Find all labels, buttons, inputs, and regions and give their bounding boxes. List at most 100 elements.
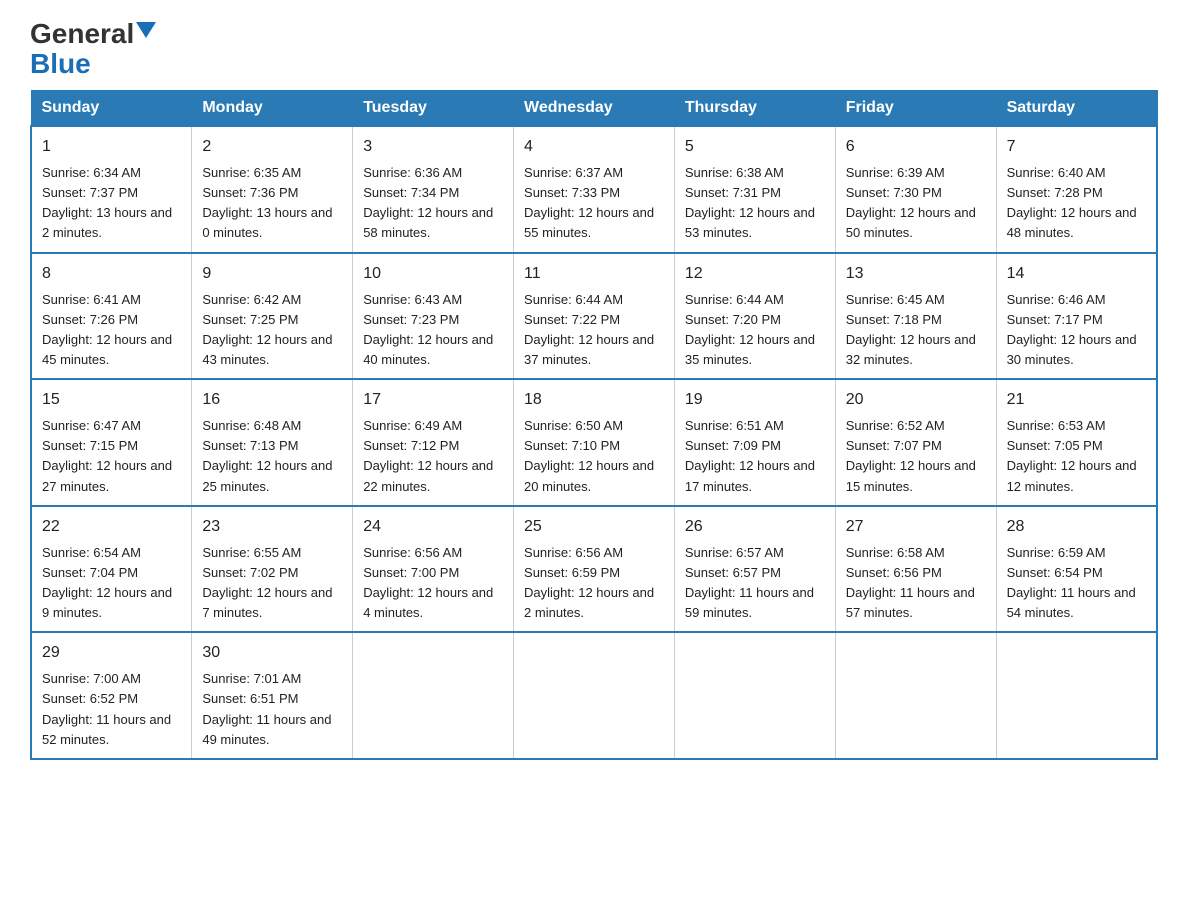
day-number: 20 [846, 388, 986, 412]
calendar-cell: 25 Sunrise: 6:56 AMSunset: 6:59 PMDayligh… [514, 506, 675, 633]
day-number: 27 [846, 515, 986, 539]
day-info: Sunrise: 6:55 AMSunset: 7:02 PMDaylight:… [202, 543, 342, 624]
day-number: 26 [685, 515, 825, 539]
day-number: 2 [202, 135, 342, 159]
day-number: 28 [1007, 515, 1146, 539]
calendar-cell: 26 Sunrise: 6:57 AMSunset: 6:57 PMDayligh… [674, 506, 835, 633]
day-info: Sunrise: 6:35 AMSunset: 7:36 PMDaylight:… [202, 163, 342, 244]
day-info: Sunrise: 6:56 AMSunset: 7:00 PMDaylight:… [363, 543, 503, 624]
weekday-header-friday: Friday [835, 91, 996, 127]
calendar-cell: 21 Sunrise: 6:53 AMSunset: 7:05 PMDayligh… [996, 379, 1157, 506]
day-number: 30 [202, 641, 342, 665]
weekday-header-tuesday: Tuesday [353, 91, 514, 127]
calendar-cell: 18Sunrise: 6:50 AMSunset: 7:10 PMDayligh… [514, 379, 675, 506]
day-info: Sunrise: 7:00 AMSunset: 6:52 PMDaylight:… [42, 669, 181, 750]
calendar-cell: 24 Sunrise: 6:56 AMSunset: 7:00 PMDayligh… [353, 506, 514, 633]
calendar-cell: 9Sunrise: 6:42 AMSunset: 7:25 PMDaylight… [192, 253, 353, 380]
day-info: Sunrise: 6:47 AMSunset: 7:15 PMDaylight:… [42, 416, 181, 497]
calendar-cell: 10 Sunrise: 6:43 AMSunset: 7:23 PMDayligh… [353, 253, 514, 380]
weekday-header-wednesday: Wednesday [514, 91, 675, 127]
day-number: 14 [1007, 262, 1146, 286]
day-number: 7 [1007, 135, 1146, 159]
calendar-cell: 30 Sunrise: 7:01 AMSunset: 6:51 PMDayligh… [192, 632, 353, 759]
calendar-cell: 15Sunrise: 6:47 AMSunset: 7:15 PMDayligh… [31, 379, 192, 506]
calendar-cell: 23 Sunrise: 6:55 AMSunset: 7:02 PMDayligh… [192, 506, 353, 633]
calendar-cell: 28 Sunrise: 6:59 AMSunset: 6:54 PMDayligh… [996, 506, 1157, 633]
day-number: 8 [42, 262, 181, 286]
day-info: Sunrise: 6:45 AMSunset: 7:18 PMDaylight:… [846, 290, 986, 371]
day-info: Sunrise: 6:44 AMSunset: 7:22 PMDaylight:… [524, 290, 664, 371]
day-info: Sunrise: 6:37 AMSunset: 7:33 PMDaylight:… [524, 163, 664, 244]
day-number: 22 [42, 515, 181, 539]
day-number: 5 [685, 135, 825, 159]
calendar-cell: 11 Sunrise: 6:44 AMSunset: 7:22 PMDayligh… [514, 253, 675, 380]
day-number: 23 [202, 515, 342, 539]
day-info: Sunrise: 6:41 AMSunset: 7:26 PMDaylight:… [42, 290, 181, 371]
day-info: Sunrise: 6:46 AMSunset: 7:17 PMDaylight:… [1007, 290, 1146, 371]
day-info: Sunrise: 6:58 AMSunset: 6:56 PMDaylight:… [846, 543, 986, 624]
calendar-cell: 4 Sunrise: 6:37 AMSunset: 7:33 PMDaylight… [514, 126, 675, 253]
calendar-cell [835, 632, 996, 759]
calendar-cell: 8 Sunrise: 6:41 AMSunset: 7:26 PMDaylight… [31, 253, 192, 380]
day-number: 13 [846, 262, 986, 286]
day-number: 19 [685, 388, 825, 412]
calendar-cell: 5Sunrise: 6:38 AMSunset: 7:31 PMDaylight… [674, 126, 835, 253]
calendar-cell: 22 Sunrise: 6:54 AMSunset: 7:04 PMDayligh… [31, 506, 192, 633]
calendar-cell: 16Sunrise: 6:48 AMSunset: 7:13 PMDayligh… [192, 379, 353, 506]
weekday-header-thursday: Thursday [674, 91, 835, 127]
day-number: 18 [524, 388, 664, 412]
weekday-header-saturday: Saturday [996, 91, 1157, 127]
day-info: Sunrise: 6:39 AMSunset: 7:30 PMDaylight:… [846, 163, 986, 244]
week-row-1: 1Sunrise: 6:34 AMSunset: 7:37 PMDaylight… [31, 126, 1157, 253]
week-row-4: 22 Sunrise: 6:54 AMSunset: 7:04 PMDayligh… [31, 506, 1157, 633]
day-info: Sunrise: 6:40 AMSunset: 7:28 PMDaylight:… [1007, 163, 1146, 244]
calendar-table: SundayMondayTuesdayWednesdayThursdayFrid… [30, 90, 1158, 760]
calendar-cell [996, 632, 1157, 759]
weekday-header-row: SundayMondayTuesdayWednesdayThursdayFrid… [31, 91, 1157, 127]
day-number: 4 [524, 135, 664, 159]
day-info: Sunrise: 6:57 AMSunset: 6:57 PMDaylight:… [685, 543, 825, 624]
logo-triangle-icon [136, 22, 156, 38]
day-number: 21 [1007, 388, 1146, 412]
calendar-cell: 19 Sunrise: 6:51 AMSunset: 7:09 PMDayligh… [674, 379, 835, 506]
weekday-header-monday: Monday [192, 91, 353, 127]
day-info: Sunrise: 6:44 AMSunset: 7:20 PMDaylight:… [685, 290, 825, 371]
calendar-cell: 7 Sunrise: 6:40 AMSunset: 7:28 PMDaylight… [996, 126, 1157, 253]
weekday-header-sunday: Sunday [31, 91, 192, 127]
logo-general: General [30, 20, 134, 48]
calendar-cell: 27 Sunrise: 6:58 AMSunset: 6:56 PMDayligh… [835, 506, 996, 633]
calendar-cell: 29Sunrise: 7:00 AMSunset: 6:52 PMDayligh… [31, 632, 192, 759]
day-info: Sunrise: 6:56 AMSunset: 6:59 PMDaylight:… [524, 543, 664, 624]
day-info: Sunrise: 6:54 AMSunset: 7:04 PMDaylight:… [42, 543, 181, 624]
calendar-cell: 1Sunrise: 6:34 AMSunset: 7:37 PMDaylight… [31, 126, 192, 253]
day-number: 1 [42, 135, 181, 159]
calendar-cell: 20 Sunrise: 6:52 AMSunset: 7:07 PMDayligh… [835, 379, 996, 506]
day-number: 6 [846, 135, 986, 159]
day-info: Sunrise: 6:53 AMSunset: 7:05 PMDaylight:… [1007, 416, 1146, 497]
day-info: Sunrise: 6:52 AMSunset: 7:07 PMDaylight:… [846, 416, 986, 497]
calendar-cell: 6 Sunrise: 6:39 AMSunset: 7:30 PMDaylight… [835, 126, 996, 253]
day-number: 11 [524, 262, 664, 286]
day-number: 24 [363, 515, 503, 539]
day-info: Sunrise: 6:48 AMSunset: 7:13 PMDaylight:… [202, 416, 342, 497]
day-info: Sunrise: 6:59 AMSunset: 6:54 PMDaylight:… [1007, 543, 1146, 624]
calendar-cell: 12 Sunrise: 6:44 AMSunset: 7:20 PMDayligh… [674, 253, 835, 380]
day-number: 10 [363, 262, 503, 286]
calendar-cell: 13 Sunrise: 6:45 AMSunset: 7:18 PMDayligh… [835, 253, 996, 380]
day-info: Sunrise: 7:01 AMSunset: 6:51 PMDaylight:… [202, 669, 342, 750]
day-number: 25 [524, 515, 664, 539]
day-info: Sunrise: 6:51 AMSunset: 7:09 PMDaylight:… [685, 416, 825, 497]
calendar-cell [353, 632, 514, 759]
page-header: General Blue [30, 20, 1158, 80]
calendar-cell: 2 Sunrise: 6:35 AMSunset: 7:36 PMDaylight… [192, 126, 353, 253]
logo: General Blue [30, 20, 156, 80]
day-number: 17 [363, 388, 503, 412]
week-row-2: 8 Sunrise: 6:41 AMSunset: 7:26 PMDaylight… [31, 253, 1157, 380]
logo-blue: Blue [30, 48, 91, 79]
calendar-cell: 14 Sunrise: 6:46 AMSunset: 7:17 PMDayligh… [996, 253, 1157, 380]
week-row-5: 29Sunrise: 7:00 AMSunset: 6:52 PMDayligh… [31, 632, 1157, 759]
calendar-cell [514, 632, 675, 759]
day-number: 12 [685, 262, 825, 286]
day-info: Sunrise: 6:43 AMSunset: 7:23 PMDaylight:… [363, 290, 503, 371]
calendar-cell [674, 632, 835, 759]
